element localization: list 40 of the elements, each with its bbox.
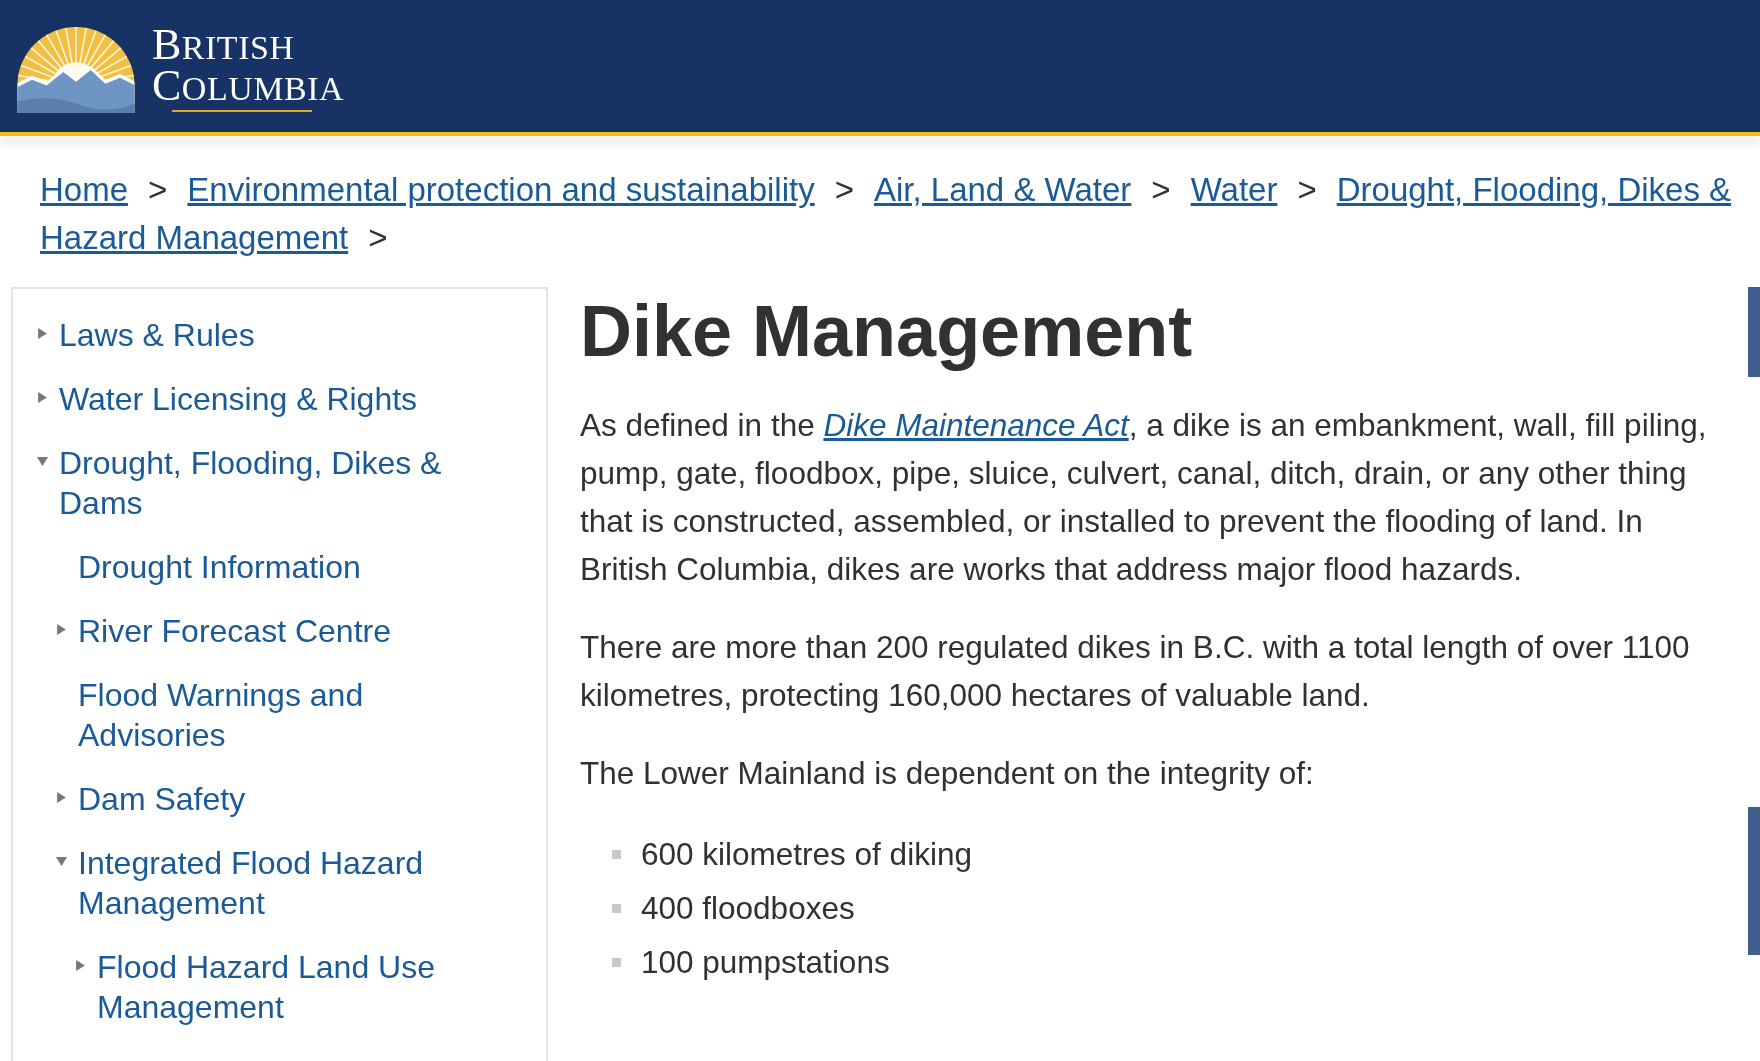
breadcrumb-separator: > <box>148 170 168 210</box>
logo-text[interactable]: BRITISH <box>152 26 295 67</box>
sidebar-link[interactable]: Drought Information <box>78 547 361 587</box>
sidebar-link[interactable]: Drought, Flooding, Dikes & Dams <box>59 443 479 523</box>
breadcrumb-separator: > <box>1297 170 1317 210</box>
paragraph: The Lower Mainland is dependent on the integrity of: <box>580 754 1315 793</box>
list-item: 600 kilometres of diking <box>641 835 972 874</box>
caret-right-icon[interactable] <box>56 792 67 803</box>
sidebar-link[interactable]: River Forecast Centre <box>78 611 391 651</box>
sidebar-link[interactable]: Flood Hazard Land Use Management <box>97 947 517 1027</box>
sidebar-link[interactable]: Laws & Rules <box>59 315 255 355</box>
sidebar-link[interactable]: Dam Safety <box>78 779 246 819</box>
bullet-icon <box>612 903 621 913</box>
breadcrumb-link[interactable]: Water <box>1190 166 1278 214</box>
breadcrumb-link[interactable]: Hazard Management <box>40 214 349 262</box>
caret-right-icon[interactable] <box>75 960 86 971</box>
caret-right-icon[interactable] <box>56 624 67 635</box>
caret-right-icon[interactable] <box>37 392 48 403</box>
logo-text[interactable]: COLUMBIA <box>152 67 345 108</box>
sidebar-link[interactable]: Flood Warnings and Advisories <box>78 675 498 755</box>
breadcrumb-separator: > <box>368 218 388 258</box>
act-link[interactable]: Dike Maintenance Act <box>823 407 1129 443</box>
paragraph: As defined in the Dike Maintenance Act, a dike is an embankment, wall, fill piling, pump, gate, floodbox, pipe, sluice, culvert, canal, ditch, drain, or any other thing that is constructed, assembled, or installed to prevent the flooding of land. In British Columbia, dikes are works that address major flood hazards. <box>580 406 1708 589</box>
page-title: Dike Management <box>580 291 1194 371</box>
bullet-icon <box>612 849 621 859</box>
breadcrumb-link[interactable]: Air, Land & Water <box>873 166 1132 214</box>
breadcrumb-separator: > <box>834 170 854 210</box>
caret-down-icon[interactable] <box>56 856 67 867</box>
sidebar-link[interactable]: Water Licensing & Rights <box>59 379 418 419</box>
bullet-icon <box>612 957 621 967</box>
breadcrumb-link[interactable]: Drought, Flooding, Dikes & <box>1336 166 1732 214</box>
list-item: 400 floodboxes <box>641 889 855 928</box>
caret-down-icon[interactable] <box>37 456 48 467</box>
list-item: 100 pumpstations <box>641 943 890 982</box>
breadcrumb-separator: > <box>1151 170 1171 210</box>
sidebar-link[interactable]: Integrated Flood Hazard Management <box>78 843 498 923</box>
caret-right-icon[interactable] <box>37 328 48 339</box>
breadcrumb-link[interactable]: Environmental protection and sustainability <box>187 166 815 214</box>
breadcrumb-link[interactable]: Home <box>40 166 129 214</box>
paragraph: There are more than 200 regulated dikes in B.C. with a total length of over 1100 kilometres, protecting 160,000 hectares of valuable land. <box>580 628 1691 715</box>
